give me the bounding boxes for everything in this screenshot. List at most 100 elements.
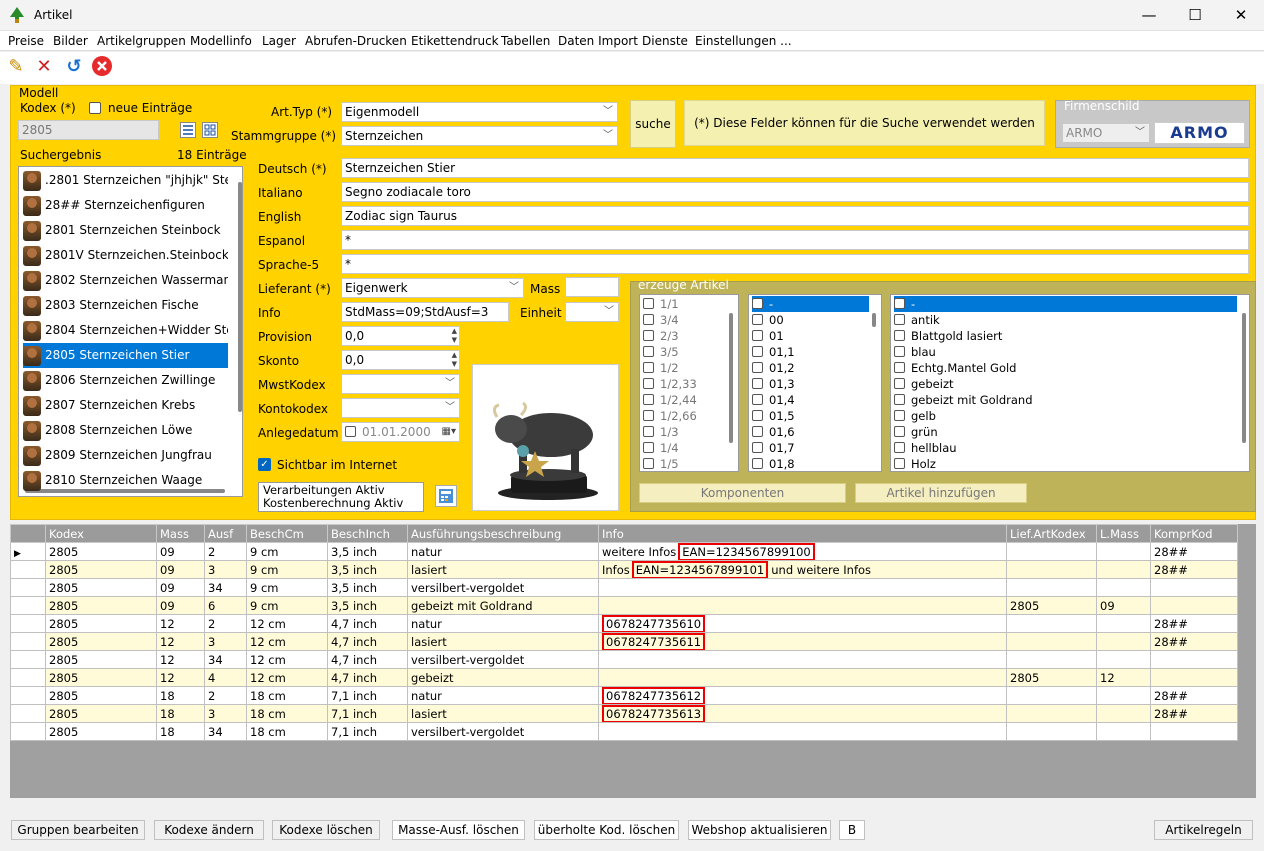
checkbox[interactable] [752, 378, 763, 389]
checkbox[interactable] [643, 426, 654, 437]
cell-desc[interactable]: lasiert [407, 560, 599, 579]
cell-desc[interactable]: gebeizt mit Goldrand [407, 596, 599, 615]
cell-mass[interactable]: 18 [156, 704, 205, 723]
result-item[interactable]: 2803 Sternzeichen Fische [23, 293, 228, 318]
close-button[interactable]: ✕ [1218, 0, 1264, 31]
checkbox[interactable] [643, 314, 654, 325]
checklist-item[interactable]: 01,4 [752, 392, 869, 408]
cell-mass[interactable]: 09 [156, 578, 205, 597]
cell-mass[interactable]: 12 [156, 632, 205, 651]
result-item[interactable]: 2802 Sternzeichen Wasserman [23, 268, 228, 293]
spinner-icon[interactable]: ▲ ▼ [452, 351, 457, 369]
checklist-item[interactable]: gelb [894, 408, 1237, 424]
row-header[interactable] [10, 596, 46, 615]
cell-ausf[interactable]: 3 [204, 632, 247, 651]
checklist-item[interactable]: Echtg.Mantel Gold [894, 360, 1237, 376]
cell-desc[interactable]: versilbert-vergoldet [407, 722, 599, 741]
cell-desc[interactable]: lasiert [407, 704, 599, 723]
espanol-input[interactable]: * [341, 230, 1249, 250]
table-row[interactable]: 2805 12 34 12 cm 4,7 inch versilbert-vergolde… [10, 650, 1238, 669]
cell-inch[interactable]: 7,1 inch [327, 704, 408, 723]
column-header[interactable]: Kodex [45, 524, 157, 543]
checklist-item[interactable]: 01,6 [752, 424, 869, 440]
result-item[interactable]: 2801 Sternzeichen Steinbock [23, 218, 228, 243]
checkbox[interactable] [894, 298, 905, 309]
pencil-icon[interactable]: ✎ [4, 55, 28, 79]
checkbox[interactable] [643, 346, 654, 357]
cell-mass[interactable]: 12 [156, 614, 205, 633]
cell-kodex[interactable]: 2805 [45, 704, 157, 723]
checkbox[interactable] [894, 346, 905, 357]
cell-mass[interactable]: 09 [156, 596, 205, 615]
kodex-input[interactable]: 2805 [18, 120, 159, 140]
checkbox[interactable] [894, 410, 905, 421]
checklist-item[interactable]: 01,5 [752, 408, 869, 424]
checklist-item[interactable]: - [894, 296, 1237, 312]
row-header[interactable] [10, 722, 46, 741]
cell-lief[interactable] [1006, 704, 1097, 723]
cell-mass[interactable]: 18 [156, 686, 205, 705]
checklist-item[interactable]: gebeizt mit Goldrand [894, 392, 1237, 408]
column-header[interactable]: Info [598, 524, 1007, 543]
cell-ausf[interactable]: 6 [204, 596, 247, 615]
row-header[interactable]: ▶ [10, 542, 46, 561]
checkbox[interactable] [894, 394, 905, 405]
cell-info[interactable]: Infos EAN=1234567899101 und weitere Infos [598, 560, 1007, 579]
info-input[interactable]: StdMass=09;StdAusf=3 [341, 302, 509, 322]
checkbox[interactable] [752, 314, 763, 325]
checklist-item[interactable]: 1/2,66 [643, 408, 726, 424]
cell-lmass[interactable] [1096, 632, 1151, 651]
checkbox[interactable] [643, 458, 654, 469]
row-header[interactable] [10, 614, 46, 633]
result-item[interactable]: 2804 Sternzeichen+Widder Ste [23, 318, 228, 343]
result-item[interactable]: 2810 Sternzeichen Waage [23, 468, 228, 493]
cell-desc[interactable]: natur [407, 542, 599, 561]
cell-inch[interactable]: 3,5 inch [327, 560, 408, 579]
cell-kodex[interactable]: 2805 [45, 632, 157, 651]
checklist-item[interactable]: 00 [752, 312, 869, 328]
sichtbar-checkbox[interactable]: ✓ [258, 458, 271, 471]
cell-ausf[interactable]: 34 [204, 650, 247, 669]
checkbox[interactable] [643, 442, 654, 453]
firmenschild-select[interactable]: ARMO ﹀ [1062, 123, 1150, 143]
cell-cm[interactable]: 18 cm [246, 722, 328, 741]
cell-lief[interactable] [1006, 722, 1097, 741]
mwstkodex-select[interactable]: ﹀ [341, 374, 460, 394]
cell-inch[interactable]: 3,5 inch [327, 542, 408, 561]
table-row[interactable]: 2805 09 34 9 cm 3,5 inch versilbert-vergoldet [10, 578, 1238, 597]
cell-inch[interactable]: 4,7 inch [327, 650, 408, 669]
result-item[interactable]: .2801 Sternzeichen "jhjhjk" Ste [23, 168, 228, 193]
cell-kompr[interactable] [1150, 578, 1238, 597]
cell-info[interactable] [598, 650, 1007, 669]
cell-desc[interactable]: gebeizt [407, 668, 599, 687]
kodexe-aendern-button[interactable]: Kodexe ändern [154, 820, 264, 840]
cell-kodex[interactable]: 2805 [45, 650, 157, 669]
checklist-item[interactable]: 01,3 [752, 376, 869, 392]
checklist-item[interactable]: 1/2,33 [643, 376, 726, 392]
cell-desc[interactable]: natur [407, 686, 599, 705]
table-row[interactable]: 2805 18 34 18 cm 7,1 inch versilbert-vergolde… [10, 722, 1238, 741]
cell-cm[interactable]: 12 cm [246, 614, 328, 633]
cell-ausf[interactable]: 34 [204, 722, 247, 741]
webshop-aktualisieren-button[interactable]: Webshop aktualisieren [688, 820, 831, 840]
cell-lief[interactable] [1006, 686, 1097, 705]
gruppen-bearbeiten-button[interactable]: Gruppen bearbeiten [11, 820, 145, 840]
checkbox[interactable] [752, 442, 763, 453]
column-header[interactable]: Lief.ArtKodex [1006, 524, 1097, 543]
delete-x-icon[interactable]: ✕ [32, 55, 56, 79]
cell-kodex[interactable]: 2805 [45, 686, 157, 705]
cell-lmass[interactable] [1096, 542, 1151, 561]
cell-lief[interactable] [1006, 632, 1097, 651]
checklist-item[interactable]: 1/2,44 [643, 392, 726, 408]
menu-dienste[interactable]: Dienste [642, 34, 688, 48]
cell-kodex[interactable]: 2805 [45, 578, 157, 597]
cell-info[interactable]: 0678247735611 [598, 632, 1007, 651]
checkbox[interactable] [752, 410, 763, 421]
cell-lief[interactable] [1006, 542, 1097, 561]
cell-inch[interactable]: 3,5 inch [327, 578, 408, 597]
cell-desc[interactable]: natur [407, 614, 599, 633]
cell-kodex[interactable]: 2805 [45, 560, 157, 579]
cell-lief[interactable] [1006, 650, 1097, 669]
cell-lmass[interactable] [1096, 686, 1151, 705]
checkbox[interactable] [894, 378, 905, 389]
